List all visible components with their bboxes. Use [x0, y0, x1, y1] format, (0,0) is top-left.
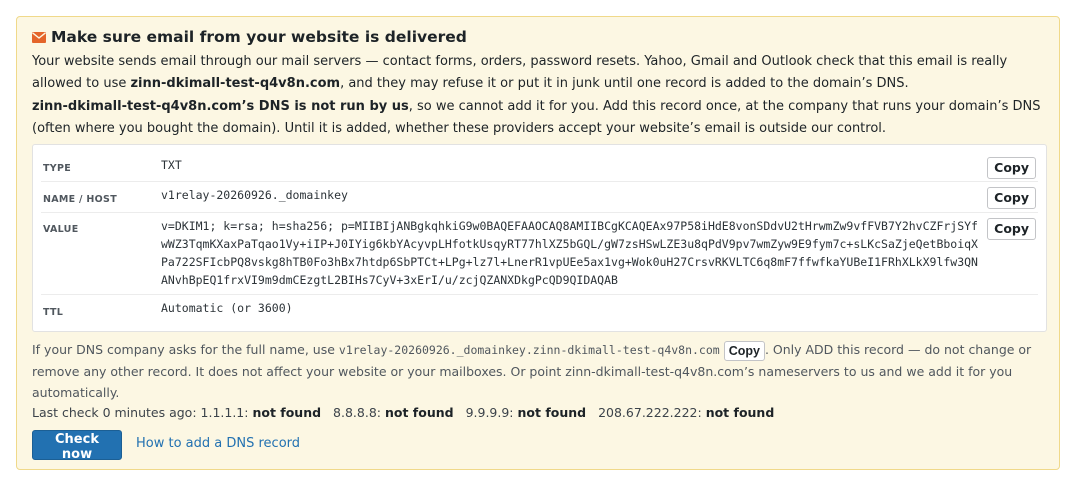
notice-title: Make sure email from your website is del… [32, 28, 467, 46]
resolver-address: 8.8.8.8: [333, 405, 381, 420]
last-check-status: Last check 0 minutes ago: 1.1.1.1: not f… [32, 405, 782, 420]
dns-notice-panel: Make sure email from your website is del… [16, 16, 1060, 470]
record-row-name: NAME / HOST v1relay-20260926._domainkey … [41, 182, 1038, 213]
ttl-value: Automatic (or 3600) [161, 301, 293, 315]
copy-type-button[interactable]: Copy [987, 157, 1036, 179]
record-row-value: VALUE v=DKIM1; k=rsa; h=sha256; p=MIIBIj… [41, 213, 1038, 295]
dns-explanation-paragraph: zinn-dkimall-test-q4v8n.com’s DNS is not… [32, 96, 1048, 140]
ttl-label: TTL [43, 307, 64, 318]
copy-value-button[interactable]: Copy [987, 218, 1036, 240]
name-label: NAME / HOST [43, 194, 117, 205]
type-label: TYPE [43, 163, 72, 174]
type-value: TXT [161, 158, 182, 172]
resolver-check: 9.9.9.9: not found [466, 405, 587, 420]
resolver-check: 1.1.1.1: not found [201, 405, 322, 420]
resolver-address: 9.9.9.9: [465, 405, 514, 420]
envelope-icon [32, 31, 46, 43]
full-name-hint: If your DNS company asks for the full na… [32, 339, 1042, 403]
resolver-result: not found [517, 405, 587, 420]
dns-not-run-text: zinn-dkimall-test-q4v8n.com’s DNS is not… [32, 99, 409, 114]
how-to-add-dns-link[interactable]: How to add a DNS record [136, 436, 300, 451]
resolver-address: 1.1.1.1: [200, 405, 249, 420]
intro-text-end: , and they may refuse it or put it in ju… [340, 76, 909, 91]
last-check-prefix: Last check 0 minutes ago: [32, 405, 197, 420]
copy-full-name-button[interactable]: Copy [723, 340, 765, 361]
domain-name: zinn-dkimall-test-q4v8n.com [130, 76, 341, 91]
value-value[interactable]: v=DKIM1; k=rsa; h=sha256; p=MIIBIjANBgkq… [161, 217, 981, 289]
copy-name-button[interactable]: Copy [987, 187, 1036, 209]
hint-text: If your DNS company asks for the full na… [32, 342, 339, 357]
resolver-check: 8.8.8.8: not found [333, 405, 454, 420]
resolver-address: 208.67.222.222: [598, 405, 702, 420]
full-record-name[interactable]: v1relay-20260926._domainkey.zinn-dkimall… [339, 343, 720, 357]
notice-title-text: Make sure email from your website is del… [51, 28, 467, 46]
record-row-type: TYPE TXT Copy [41, 151, 1038, 182]
intro-paragraph: Your website sends email through our mai… [32, 51, 1048, 95]
resolver-check: 208.67.222.222: not found [598, 405, 774, 420]
resolver-result: not found [252, 405, 322, 420]
check-now-button[interactable]: Check now [32, 430, 122, 462]
value-label: VALUE [43, 224, 79, 235]
name-value[interactable]: v1relay-20260926._domainkey [161, 186, 348, 204]
record-row-ttl: TTL Automatic (or 3600) [41, 295, 1038, 325]
resolver-result: not found [705, 405, 775, 420]
resolver-result: not found [384, 405, 454, 420]
dns-record-table: TYPE TXT Copy NAME / HOST v1relay-202609… [32, 144, 1047, 332]
